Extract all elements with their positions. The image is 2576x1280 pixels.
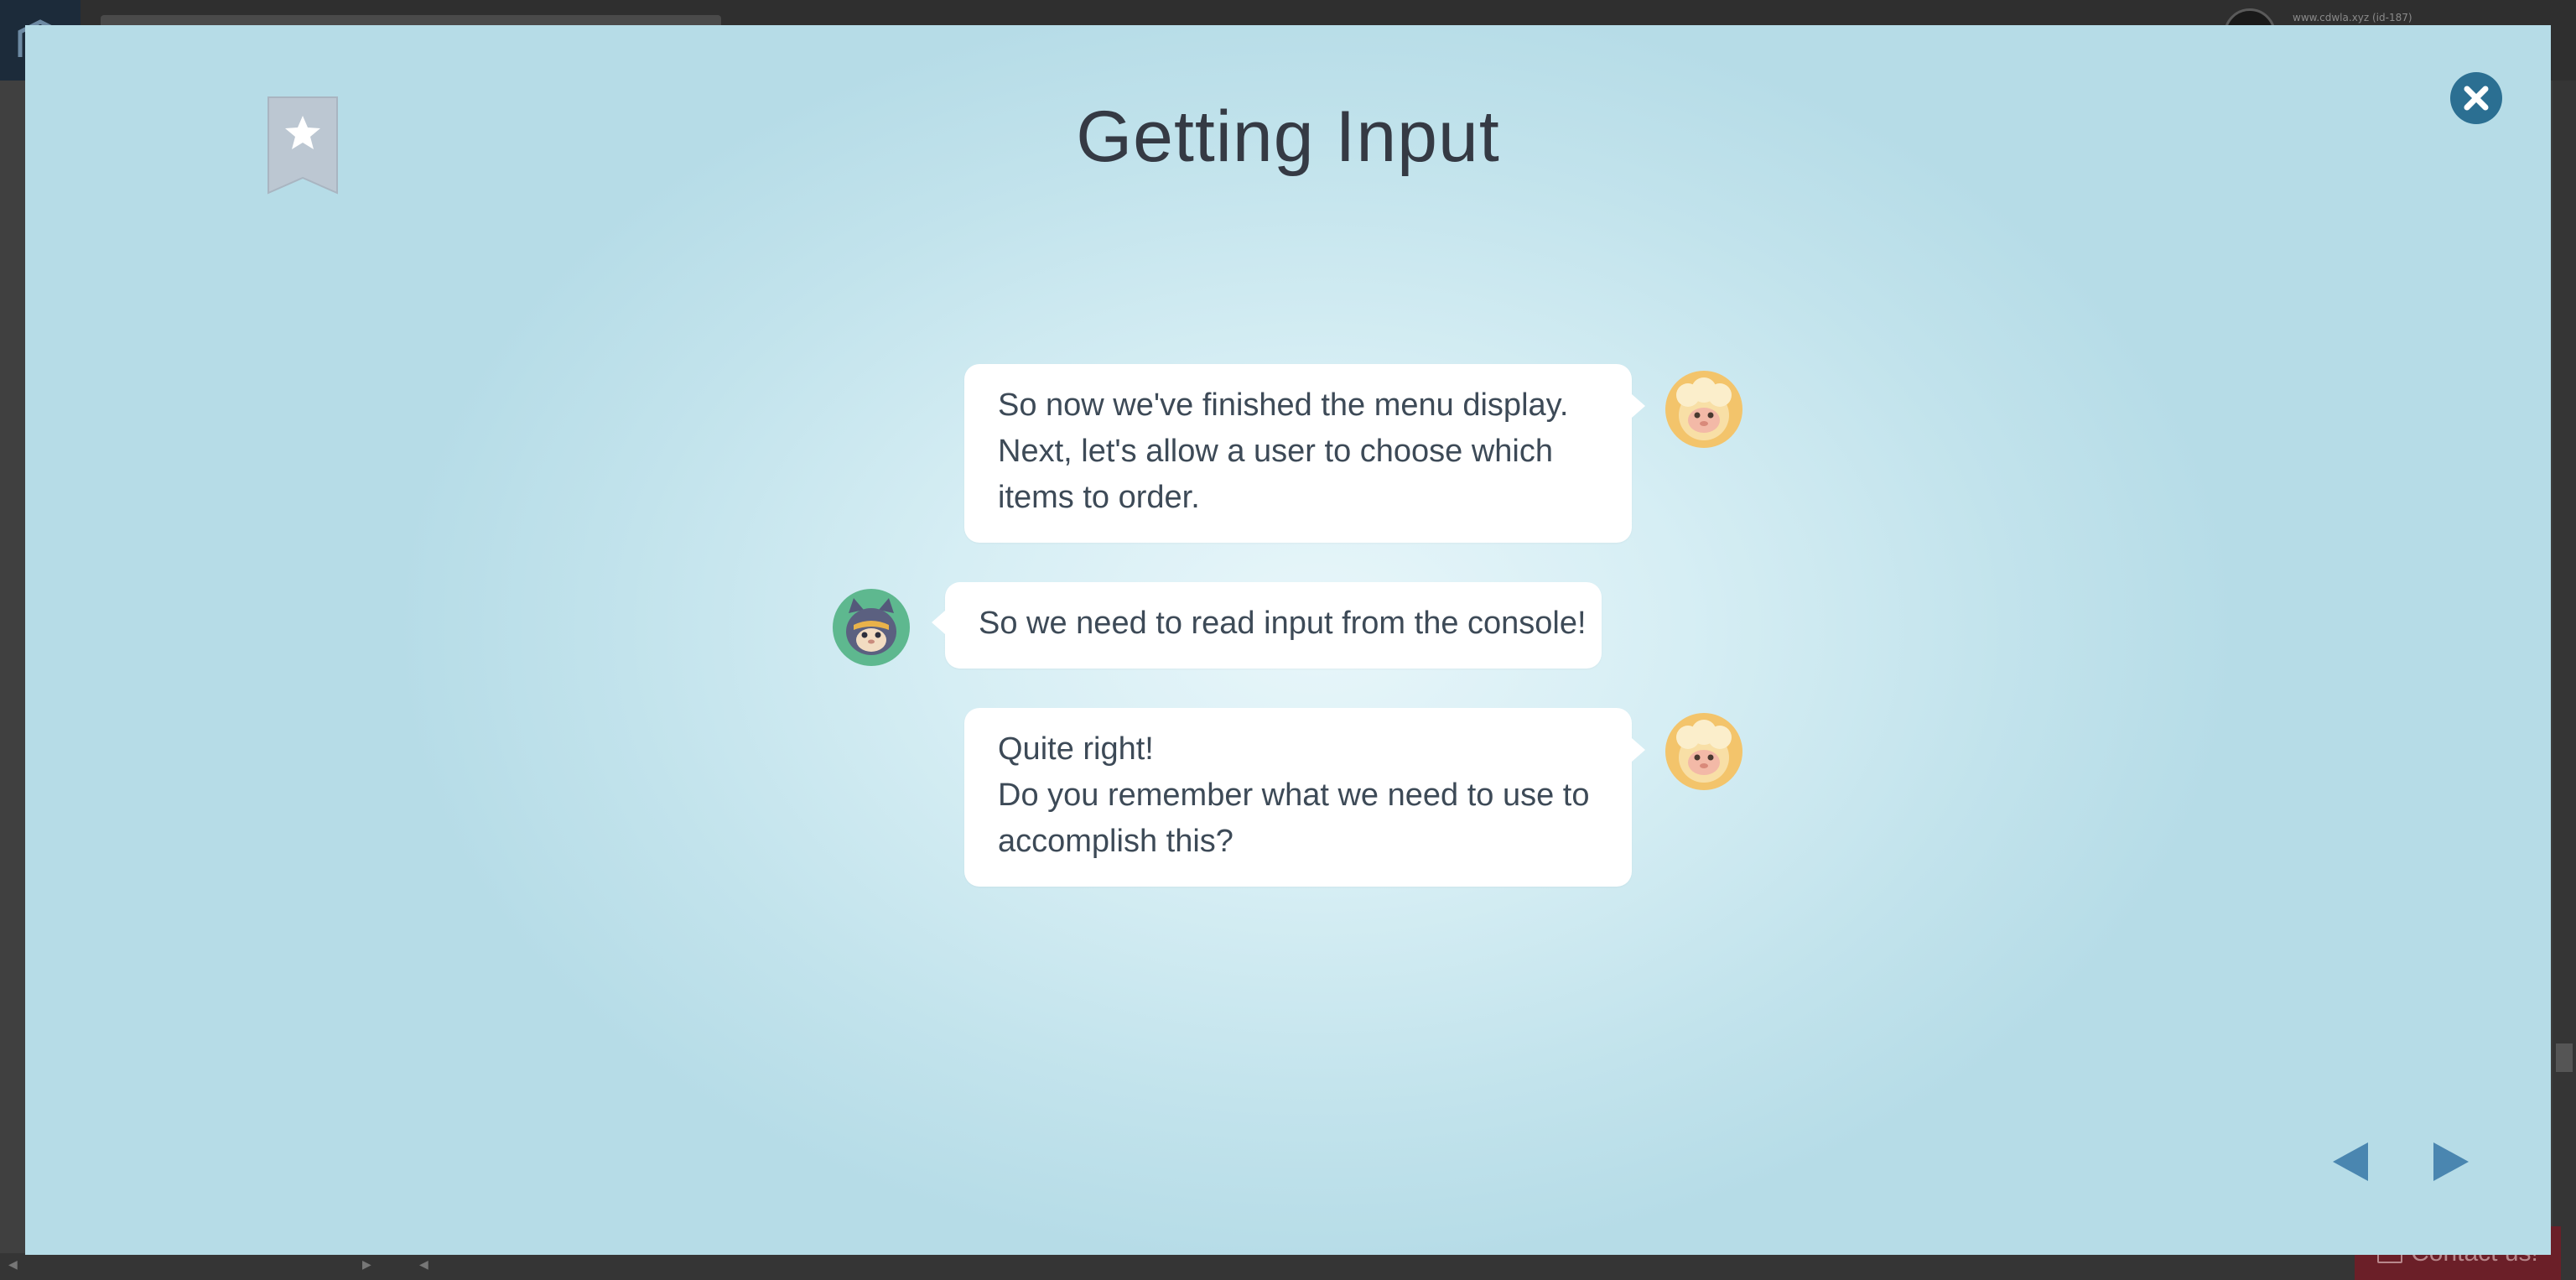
background-bottom-bar bbox=[0, 1253, 2576, 1280]
lesson-modal: Getting Input So now we've finished the … bbox=[25, 25, 2551, 1255]
previous-button[interactable] bbox=[2329, 1139, 2370, 1184]
message-3-line-2: Do you remember what we need to use to bbox=[998, 778, 1590, 813]
message-1-line-1: So now we've finished the menu display. bbox=[998, 388, 1569, 423]
scroll-right-icon: ▶ bbox=[362, 1258, 371, 1272]
message-2-line-1: So we need to read input from the consol… bbox=[979, 606, 1587, 641]
message-3-line-1: Quite right! bbox=[998, 731, 1154, 767]
message-1-line-3: items to order. bbox=[998, 480, 1200, 515]
scroll-left-icon: ◀ bbox=[419, 1258, 428, 1272]
next-button[interactable] bbox=[2432, 1139, 2472, 1184]
triangle-left-icon bbox=[2333, 1142, 2368, 1181]
page-title: Getting Input bbox=[1076, 96, 1500, 177]
message-bubble-3: Quite right! Do you remember what we nee… bbox=[964, 708, 1645, 887]
message-3-line-3: accomplish this? bbox=[998, 824, 1233, 859]
background-scrollbar bbox=[2553, 81, 2576, 1253]
triangle-right-icon bbox=[2433, 1142, 2469, 1181]
sheep-avatar bbox=[1665, 370, 1743, 449]
close-icon bbox=[2464, 86, 2489, 111]
background-scroll-thumb bbox=[2556, 1043, 2573, 1072]
sheep-avatar bbox=[1665, 712, 1743, 791]
message-bubble-1: So now we've finished the menu display. … bbox=[964, 364, 1645, 543]
message-bubble-2: So we need to read input from the consol… bbox=[932, 582, 1602, 669]
close-button[interactable] bbox=[2450, 72, 2502, 124]
scroll-left-icon: ◀ bbox=[8, 1258, 18, 1272]
cat-avatar bbox=[832, 588, 911, 667]
user-label: www.cdwla.xyz (id-187) bbox=[2293, 12, 2412, 23]
message-1-line-2: Next, let's allow a user to choose which bbox=[998, 434, 1554, 469]
